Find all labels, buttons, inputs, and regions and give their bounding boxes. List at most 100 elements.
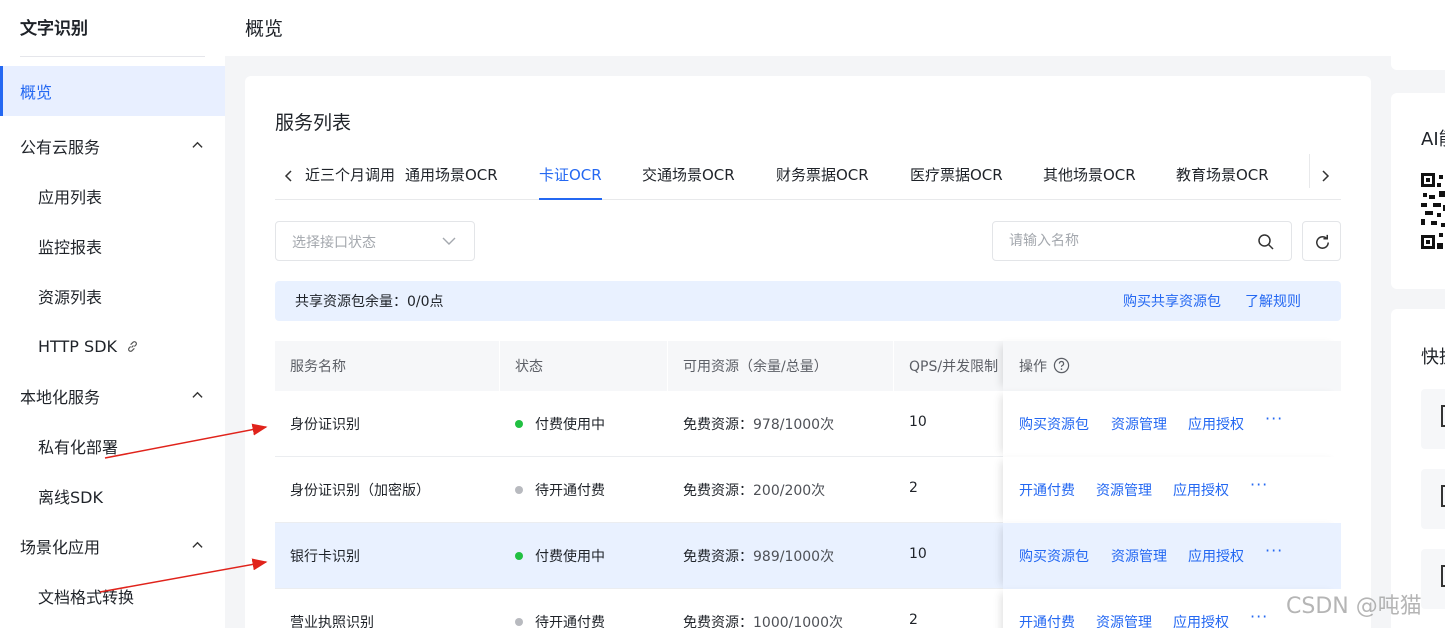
column-header-qps: QPS/并发限制 xyxy=(909,359,999,375)
sidebar-item-app-list[interactable]: 应用列表 xyxy=(0,171,225,221)
tab-general-ocr[interactable]: 通用场景OCR xyxy=(405,164,498,200)
quick-entry-card[interactable] xyxy=(1421,469,1445,529)
app-authorize-link[interactable]: 应用授权 xyxy=(1188,414,1244,434)
sidebar-group-local-service[interactable]: 本地化服务 xyxy=(0,371,225,421)
status-filter-select[interactable]: 选择接口状态 xyxy=(275,221,475,261)
column-divider xyxy=(499,341,500,391)
search-icon[interactable] xyxy=(1257,233,1275,251)
sidebar-item-offline-sdk[interactable]: 离线SDK xyxy=(0,471,225,521)
status-cell: 待开通付费 xyxy=(515,480,605,500)
app-authorize-link[interactable]: 应用授权 xyxy=(1188,546,1244,566)
resource-cell: 免费资源：1000/1000次 xyxy=(683,615,843,628)
tab-card-ocr[interactable]: 卡证OCR xyxy=(539,164,602,200)
service-name: 营业执照识别 xyxy=(290,615,374,628)
sidebar-divider xyxy=(20,56,205,57)
qps-cell: 10 xyxy=(909,546,927,562)
sidebar: 文字识别 概览 公有云服务 应用列表 监控报表 资源列表 HTTP SDK 本地… xyxy=(0,0,225,628)
shared-resource-notice: 共享资源包余量：0/0点 购买共享资源包 了解规则 xyxy=(275,281,1341,321)
table-row: 营业执照识别 待开通付费 免费资源：1000/1000次 2 开通付费 资源管理… xyxy=(275,589,1341,628)
qps-cell: 10 xyxy=(909,414,927,430)
chevron-left-icon[interactable] xyxy=(281,168,297,184)
sidebar-item-overview[interactable]: 概览 xyxy=(0,66,225,116)
tab-finance-ocr[interactable]: 财务票据OCR xyxy=(776,164,869,200)
tab-education-ocr[interactable]: 教育场景OCR xyxy=(1176,164,1269,200)
tab-other-ocr[interactable]: 其他场景OCR xyxy=(1043,164,1136,200)
resource-manage-link[interactable]: 资源管理 xyxy=(1096,612,1152,628)
top-header: 概览 xyxy=(225,0,1445,56)
sidebar-item-monitor-report[interactable]: 监控报表 xyxy=(0,221,225,271)
sidebar-item-resource-list[interactable]: 资源列表 xyxy=(0,271,225,321)
app-authorize-link[interactable]: 应用授权 xyxy=(1173,612,1229,628)
buy-package-link[interactable]: 购买资源包 xyxy=(1019,546,1089,566)
activate-billing-link[interactable]: 开通付费 xyxy=(1019,480,1075,500)
column-header-name: 服务名称 xyxy=(290,359,346,375)
more-actions-button[interactable]: ··· xyxy=(1265,541,1283,560)
sidebar-item-doc-convert[interactable]: 文档格式转换 xyxy=(0,571,225,621)
tab-medical-ocr[interactable]: 医疗票据OCR xyxy=(910,164,1003,200)
quick-entry-card[interactable] xyxy=(1421,389,1445,449)
quick-panel-title: 快捷 xyxy=(1421,347,1445,368)
status-dot xyxy=(515,420,523,428)
sidebar-group-scenario-apps[interactable]: 场景化应用 xyxy=(0,521,225,571)
buy-shared-package-link[interactable]: 购买共享资源包 xyxy=(1123,291,1221,311)
status-cell: 待开通付费 xyxy=(515,612,605,628)
status-filter-placeholder: 选择接口状态 xyxy=(292,235,376,251)
help-icon[interactable] xyxy=(1053,357,1070,374)
more-actions-button[interactable]: ··· xyxy=(1265,409,1283,428)
actions-cell: 购买资源包 资源管理 应用授权 ··· xyxy=(1003,523,1341,589)
app-title: 文字识别 xyxy=(20,19,88,39)
sidebar-item-label: 公有云服务 xyxy=(20,138,101,157)
service-name: 身份证识别 xyxy=(290,417,360,433)
tab-divider xyxy=(1309,154,1310,188)
card-title: 服务列表 xyxy=(275,112,352,134)
column-header-actions: 操作 xyxy=(1019,356,1070,376)
resource-manage-link[interactable]: 资源管理 xyxy=(1096,480,1152,500)
table-row: 银行卡识别 付费使用中 免费资源：989/1000次 10 购买资源包 资源管理… xyxy=(275,523,1341,589)
refresh-icon xyxy=(1316,234,1329,249)
learn-rules-link[interactable]: 了解规则 xyxy=(1245,291,1301,311)
chevron-right-icon[interactable] xyxy=(1317,168,1333,184)
sidebar-group-public-cloud[interactable]: 公有云服务 xyxy=(0,121,225,171)
ai-capability-panel: AI能 xyxy=(1391,93,1445,289)
status-dot xyxy=(515,552,523,560)
activate-billing-link[interactable]: 开通付费 xyxy=(1019,612,1075,628)
table-row: 身份证识别（加密版） 待开通付费 免费资源：200/200次 2 开通付费 资源… xyxy=(275,457,1341,523)
sidebar-item-private-deploy[interactable]: 私有化部署 xyxy=(0,421,225,471)
more-actions-button[interactable]: ··· xyxy=(1250,607,1268,626)
buy-package-link[interactable]: 购买资源包 xyxy=(1019,414,1089,434)
actions-header-cell: 操作 xyxy=(1003,341,1341,391)
doc-icon xyxy=(1441,405,1445,427)
status-dot xyxy=(515,618,523,626)
quick-entry-card[interactable] xyxy=(1421,549,1445,609)
status-cell: 付费使用中 xyxy=(515,546,605,566)
column-divider xyxy=(893,341,894,391)
table-row: 身份证识别 付费使用中 免费资源：978/1000次 10 购买资源包 资源管理… xyxy=(275,391,1341,457)
chevron-up-icon xyxy=(192,391,203,398)
refresh-button[interactable] xyxy=(1302,221,1341,261)
chevron-down-icon xyxy=(442,237,456,245)
sidebar-item-label: 文档格式转换 xyxy=(38,588,135,607)
table-header: 服务名称 状态 可用资源（余量/总量） QPS/并发限制 操作 xyxy=(275,341,1341,391)
tab-recent-calls[interactable]: 近三个月调用 xyxy=(305,164,395,200)
page-title: 概览 xyxy=(245,18,284,40)
sidebar-item-label: HTTP SDK xyxy=(38,336,117,356)
service-name: 身份证识别（加密版） xyxy=(290,483,430,499)
service-name: 银行卡识别 xyxy=(290,549,360,565)
ai-panel-title: AI能 xyxy=(1421,129,1445,150)
tab-traffic-ocr[interactable]: 交通场景OCR xyxy=(642,164,735,200)
more-actions-button[interactable]: ··· xyxy=(1250,475,1268,494)
tab-bar: 近三个月调用 通用场景OCR 卡证OCR 交通场景OCR 财务票据OCR 医疗票… xyxy=(275,154,1341,200)
sidebar-item-http-sdk[interactable]: HTTP SDK xyxy=(0,321,225,371)
quick-entry-panel: 快捷 xyxy=(1391,309,1445,628)
resource-manage-link[interactable]: 资源管理 xyxy=(1111,414,1167,434)
app-authorize-link[interactable]: 应用授权 xyxy=(1173,480,1229,500)
sidebar-item-label: 本地化服务 xyxy=(20,388,101,407)
column-header-resource: 可用资源（余量/总量） xyxy=(683,359,828,375)
resource-manage-link[interactable]: 资源管理 xyxy=(1111,546,1167,566)
qr-code-icon xyxy=(1421,173,1445,249)
doc-icon xyxy=(1441,565,1445,587)
right-top-panel xyxy=(1391,0,1445,70)
search-input[interactable] xyxy=(994,223,1254,259)
sidebar-item-label: 私有化部署 xyxy=(38,438,119,457)
resource-cell: 免费资源：978/1000次 xyxy=(683,417,835,433)
